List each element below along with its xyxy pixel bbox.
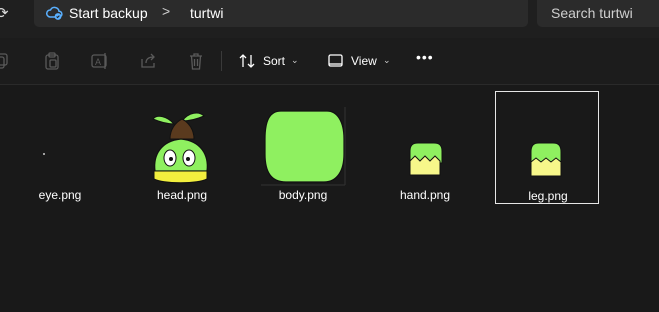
copy-icon[interactable] bbox=[0, 52, 12, 70]
breadcrumb-turtwi[interactable]: turtwi bbox=[190, 5, 223, 21]
rename-icon[interactable]: A bbox=[91, 52, 109, 70]
view-button[interactable]: View bbox=[351, 54, 377, 68]
svg-text:A: A bbox=[95, 57, 101, 67]
refresh-icon[interactable]: ⟳ bbox=[0, 5, 16, 23]
body-thumbnail bbox=[261, 107, 346, 186]
hand-thumbnail bbox=[409, 142, 443, 176]
file-name: leg.png bbox=[528, 189, 568, 203]
leg-thumbnail bbox=[530, 142, 562, 177]
head-thumbnail bbox=[152, 112, 208, 184]
chevron-down-icon[interactable]: ⌄ bbox=[383, 55, 391, 66]
search-placeholder: Search turtwi bbox=[551, 5, 633, 21]
file-item[interactable]: hand.png bbox=[373, 91, 477, 204]
share-icon[interactable] bbox=[139, 52, 157, 70]
file-item-selected[interactable]: leg.png bbox=[495, 91, 599, 204]
delete-icon[interactable] bbox=[187, 52, 205, 70]
file-item[interactable]: body.png bbox=[251, 91, 355, 204]
paste-icon[interactable] bbox=[43, 52, 61, 70]
more-options-button[interactable]: ••• bbox=[416, 49, 436, 69]
file-name: hand.png bbox=[399, 188, 451, 202]
file-name: eye.png bbox=[38, 188, 82, 202]
breadcrumb-separator[interactable]: > bbox=[162, 3, 170, 19]
address-row: ⟳ Start backup > turtwi Search turtwi bbox=[0, 0, 659, 38]
file-name: head.png bbox=[156, 188, 208, 202]
chevron-down-icon[interactable]: ⌄ bbox=[291, 55, 299, 66]
file-name: body.png bbox=[278, 188, 328, 202]
file-grid: eye.png head.png body.png hand.png leg.p… bbox=[0, 85, 659, 312]
file-item[interactable]: eye.png bbox=[8, 91, 112, 204]
address-bar[interactable]: Start backup > turtwi bbox=[34, 0, 528, 27]
eye-thumbnail bbox=[43, 153, 45, 155]
cloud-sync-icon bbox=[46, 6, 63, 20]
search-input[interactable]: Search turtwi bbox=[537, 0, 659, 27]
sort-icon[interactable] bbox=[238, 52, 256, 70]
breadcrumb-start-backup[interactable]: Start backup bbox=[69, 5, 148, 21]
command-bar: A Sort ⌄ View ⌄ ••• bbox=[0, 38, 659, 85]
sort-button[interactable]: Sort bbox=[263, 54, 285, 68]
file-item[interactable]: head.png bbox=[130, 91, 234, 204]
view-icon[interactable] bbox=[327, 52, 345, 70]
toolbar-divider bbox=[221, 51, 222, 71]
